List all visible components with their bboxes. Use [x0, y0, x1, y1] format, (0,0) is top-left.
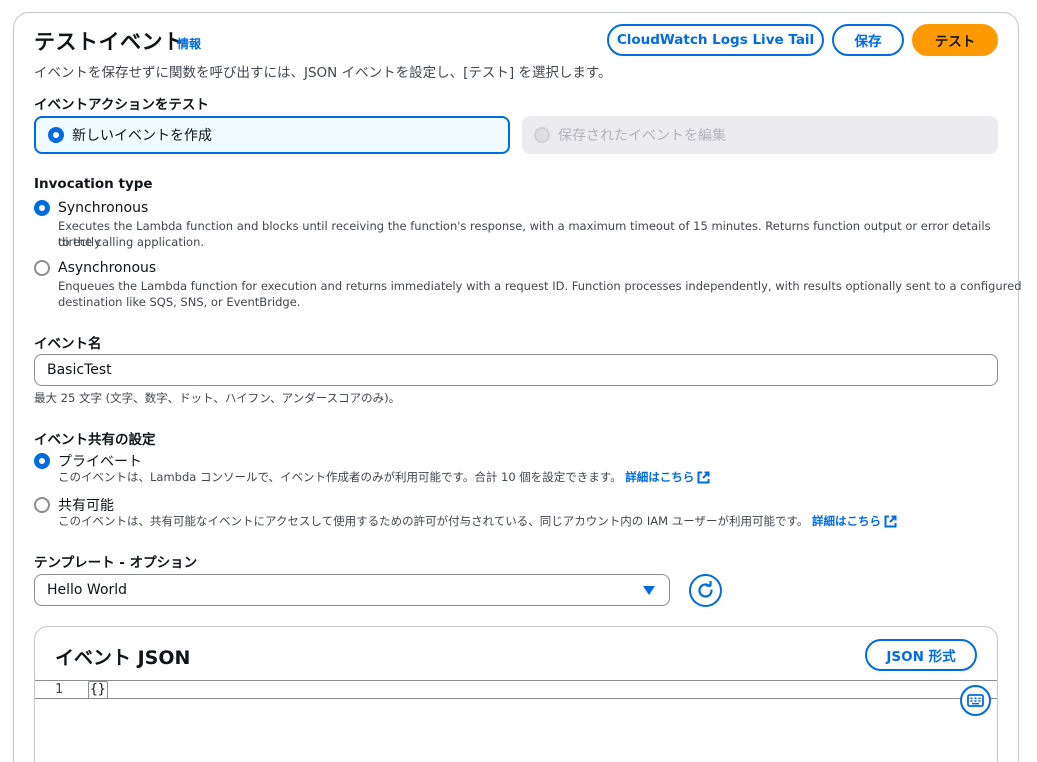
keyboard-shortcuts-button[interactable] — [960, 685, 991, 716]
private-option[interactable]: プライベート — [34, 451, 142, 471]
external-link-icon — [884, 515, 897, 528]
event-json-title: イベント JSON — [55, 647, 191, 669]
invocation-type-label: Invocation type — [34, 176, 153, 192]
edit-saved-event-radio — [534, 127, 550, 143]
private-radio[interactable] — [34, 453, 50, 469]
sharing-label: イベント共有の設定 — [34, 432, 156, 448]
template-selected-value: Hello World — [47, 582, 128, 598]
private-desc: このイベントは、Lambda コンソールで、イベント作成者のみが利用可能です。合… — [58, 470, 622, 484]
synchronous-radio[interactable] — [34, 200, 50, 216]
page-title: テストイベント — [34, 30, 185, 54]
edit-saved-event-tile: 保存されたイベントを編集 — [522, 116, 998, 154]
shareable-desc: このイベントは、共有可能なイベントにアクセスして使用するための許可が付与されてい… — [58, 514, 809, 528]
line-number: 1 — [55, 682, 63, 697]
asynchronous-desc-2: destination like SQS, SNS, or EventBridg… — [58, 295, 301, 309]
asynchronous-option[interactable]: Asynchronous — [34, 260, 156, 276]
page-subtitle: イベントを保存せずに関数を呼び出すには、JSON イベントを設定し、[テスト] … — [34, 65, 612, 81]
shareable-option[interactable]: 共有可能 — [34, 495, 114, 515]
template-select[interactable]: Hello World — [34, 574, 670, 606]
refresh-icon — [698, 581, 713, 598]
event-action-label: イベントアクションをテスト — [34, 97, 209, 113]
json-editor[interactable]: 1 {} — [35, 680, 997, 762]
editor-line: 1 {} — [35, 681, 997, 699]
create-new-event-label: 新しいイベントを作成 — [72, 128, 212, 144]
info-link[interactable]: 情報 — [177, 35, 201, 52]
asynchronous-desc-1: Enqueues the Lambda function for executi… — [58, 279, 1022, 293]
caret-down-icon — [643, 586, 655, 595]
synchronous-label: Synchronous — [58, 200, 149, 216]
shareable-desc-row: このイベントは、共有可能なイベントにアクセスして使用するための許可が付与されてい… — [58, 513, 897, 529]
test-button[interactable]: テスト — [912, 24, 998, 56]
edit-saved-event-label: 保存されたイベントを編集 — [558, 128, 726, 144]
shareable-learn-more-text: 詳細はこちら — [812, 514, 881, 528]
asynchronous-radio[interactable] — [34, 260, 50, 276]
external-link-icon — [697, 471, 710, 484]
event-json-panel: イベント JSON JSON 形式 1 {} — [34, 626, 998, 762]
shareable-radio[interactable] — [34, 497, 50, 513]
template-label: テンプレート - オプション — [34, 555, 198, 571]
event-name-help: 最大 25 文字 (文字、数字、ドット、ハイフン、アンダースコアのみ)。 — [34, 391, 401, 405]
create-new-event-radio[interactable] — [48, 127, 64, 143]
private-learn-more-text: 詳細はこちら — [625, 470, 695, 484]
private-label: プライベート — [58, 454, 142, 470]
save-button[interactable]: 保存 — [832, 24, 904, 56]
json-format-button[interactable]: JSON 形式 — [865, 639, 977, 671]
live-tail-button[interactable]: CloudWatch Logs Live Tail — [607, 24, 824, 56]
event-name-input[interactable]: BasicTest — [34, 354, 998, 386]
shareable-learn-more-link[interactable]: 詳細はこちら — [812, 514, 897, 528]
keyboard-icon — [967, 694, 984, 707]
synchronous-desc-2: to the calling application. — [58, 235, 205, 249]
asynchronous-label: Asynchronous — [58, 260, 157, 276]
create-new-event-tile[interactable]: 新しいイベントを作成 — [34, 116, 510, 154]
shareable-label: 共有可能 — [58, 498, 114, 514]
refresh-button[interactable] — [689, 574, 722, 607]
private-desc-row: このイベントは、Lambda コンソールで、イベント作成者のみが利用可能です。合… — [58, 469, 710, 485]
synchronous-desc-1: Executes the Lambda function and blocks … — [58, 219, 991, 249]
synchronous-option[interactable]: Synchronous — [34, 200, 148, 216]
code-text[interactable]: {} — [88, 681, 108, 699]
private-learn-more-link[interactable]: 詳細はこちら — [625, 470, 710, 484]
event-name-label: イベント名 — [34, 336, 102, 352]
